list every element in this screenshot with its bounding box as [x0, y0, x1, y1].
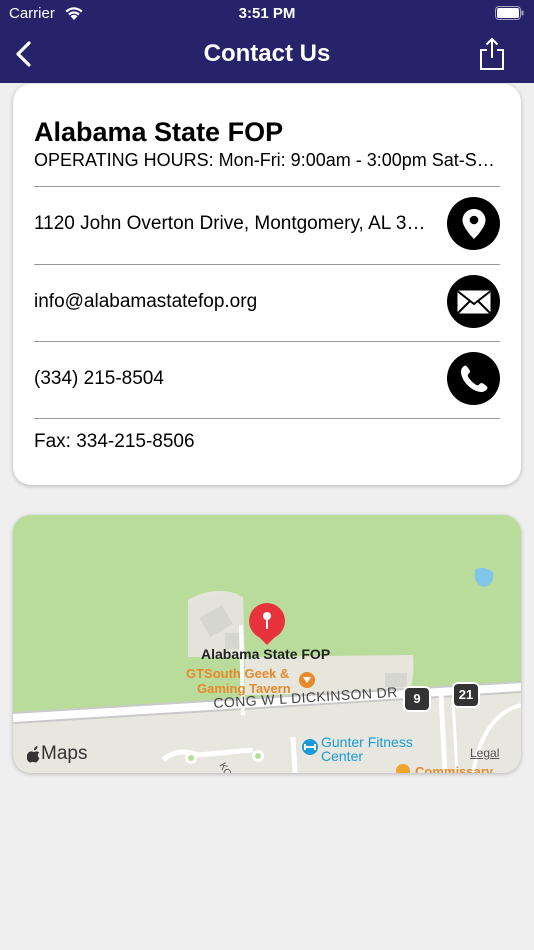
- maps-brand-label: Maps: [41, 743, 88, 764]
- poi-label: GTSouth Geek &: [186, 666, 290, 681]
- apple-maps-logo: Maps: [27, 743, 87, 765]
- directions-button[interactable]: [447, 197, 500, 250]
- contact-card: Alabama State FOP OPERATING HOURS: Mon-F…: [13, 84, 521, 485]
- apple-logo-icon: [27, 745, 40, 762]
- page-title: Contact Us: [203, 40, 331, 67]
- poi-label: Commissary: [415, 764, 494, 773]
- email-text[interactable]: info@alabamastatefop.org: [34, 291, 434, 313]
- divider: [34, 341, 500, 342]
- call-button[interactable]: [447, 352, 500, 405]
- share-icon[interactable]: [478, 37, 506, 71]
- map-pin-label: Alabama State FOP: [201, 646, 331, 662]
- navigation-header: Carrier 3:51 PM Contact Us: [0, 0, 534, 83]
- divider: [34, 264, 500, 265]
- divider: [34, 186, 500, 187]
- location-pin-icon: [462, 208, 485, 239]
- address-text[interactable]: 1120 John Overton Drive, Montgomery, AL …: [34, 213, 434, 235]
- legal-link[interactable]: Legal: [470, 746, 499, 760]
- clock-time: 3:51 PM: [238, 5, 296, 22]
- route-shield: 9: [403, 686, 431, 712]
- organization-name: Alabama State FOP: [34, 117, 284, 147]
- envelope-icon: [456, 290, 491, 314]
- poi-label: Center: [321, 748, 364, 764]
- route-shield: 21: [452, 682, 480, 708]
- battery-icon: [495, 6, 524, 20]
- fax-text: Fax: 334-215-8506: [34, 431, 195, 452]
- phone-text[interactable]: (334) 215-8504: [34, 368, 434, 390]
- operating-hours: OPERATING HOURS: Mon-Fri: 9:00am - 3:00p…: [34, 150, 500, 170]
- divider: [34, 418, 500, 419]
- phone-icon: [460, 365, 487, 392]
- status-bar: Carrier 3:51 PM: [0, 0, 534, 28]
- map-tiles: [13, 515, 521, 773]
- location-map[interactable]: Alabama State FOP GTSouth Geek & Gaming …: [13, 515, 521, 773]
- email-button[interactable]: [447, 275, 500, 328]
- nav-bar: Contact Us: [0, 28, 534, 83]
